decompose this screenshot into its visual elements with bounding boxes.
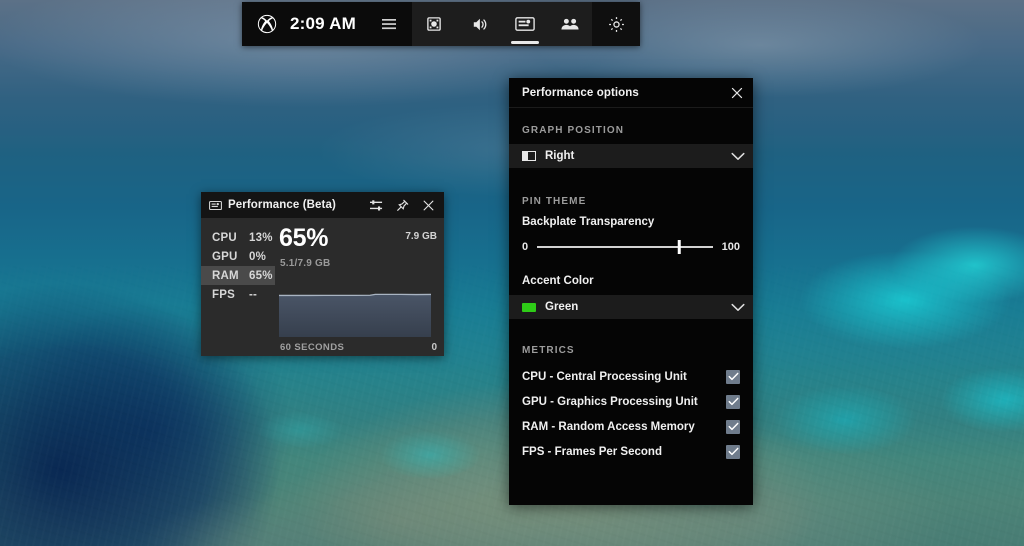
metric-name: FPS: [212, 289, 242, 301]
metric-option-label: RAM - Random Access Memory: [522, 421, 726, 433]
metric-value: --: [249, 289, 257, 301]
accent-color-dropdown[interactable]: Green: [509, 295, 753, 319]
gamebar-performance-button[interactable]: [502, 2, 547, 46]
metric-name: GPU: [212, 251, 242, 263]
section-label-graph-position: GRAPH POSITION: [509, 125, 753, 136]
accent-color-value: Green: [545, 301, 722, 313]
options-panel-title: Performance options: [522, 87, 725, 99]
backplate-transparency-slider-row: 0 100: [509, 237, 753, 257]
gamebar-widget-buttons: [412, 2, 592, 46]
close-icon[interactable]: [418, 195, 438, 215]
metric-option-cpu[interactable]: CPU - Central Processing Unit: [509, 364, 753, 389]
graph-position-dropdown[interactable]: Right: [509, 144, 753, 168]
metric-value: 65%: [249, 270, 273, 282]
section-label-pin-theme: PIN THEME: [509, 196, 753, 207]
metric-option-fps[interactable]: FPS - Frames Per Second: [509, 439, 753, 464]
slider-track-line: [537, 246, 713, 248]
metric-name: CPU: [212, 232, 242, 244]
backplate-transparency-slider[interactable]: [537, 240, 713, 254]
backplate-transparency-label: Backplate Transparency: [509, 216, 753, 228]
gamebar-clock: 2:09 AM: [290, 14, 356, 34]
performance-widget-body: CPU 13% GPU 0% RAM 65% FPS -- 65% 7.: [201, 218, 444, 356]
screen: 2:09 AM: [0, 0, 1024, 546]
checkbox-ram[interactable]: [726, 420, 740, 434]
performance-widget-title: Performance (Beta): [228, 199, 360, 211]
metric-row-gpu[interactable]: GPU 0%: [201, 247, 275, 266]
metric-option-label: FPS - Frames Per Second: [522, 446, 726, 458]
metric-row-ram[interactable]: RAM 65%: [201, 266, 275, 285]
metric-row-cpu[interactable]: CPU 13%: [201, 228, 275, 247]
checkbox-cpu[interactable]: [726, 370, 740, 384]
accent-color-label: Accent Color: [509, 275, 753, 287]
sliders-icon[interactable]: [366, 195, 386, 215]
graph-position-right-icon: [522, 151, 536, 161]
max-value-readout: 7.9 GB: [405, 231, 437, 242]
metric-option-label: CPU - Central Processing Unit: [522, 371, 726, 383]
chevron-down-icon: [731, 152, 745, 161]
pin-icon[interactable]: [392, 195, 412, 215]
chart-svg: [279, 272, 431, 337]
checkbox-gpu[interactable]: [726, 395, 740, 409]
chart-yaxis-min-label: 0: [431, 342, 437, 353]
metric-option-gpu[interactable]: GPU - Graphics Processing Unit: [509, 389, 753, 414]
performance-graph-column: 65% 7.9 GB 5.1/7.9 GB: [275, 224, 444, 356]
close-icon[interactable]: [725, 81, 749, 105]
performance-widget-titlebar: Performance (Beta): [201, 192, 444, 218]
performance-widget: Performance (Beta): [201, 192, 444, 356]
accent-color-swatch: [522, 303, 536, 312]
performance-options-panel: Performance options GRAPH POSITION Right…: [509, 78, 753, 505]
performance-metrics-list: CPU 13% GPU 0% RAM 65% FPS --: [201, 224, 275, 356]
slider-max-label: 100: [722, 241, 740, 253]
metric-row-fps[interactable]: FPS --: [201, 285, 275, 304]
gamebar-capture-button[interactable]: [412, 2, 457, 46]
gamebar-left-group: 2:09 AM: [242, 2, 412, 46]
gamebar-settings-button[interactable]: [592, 2, 640, 46]
metric-option-ram[interactable]: RAM - Random Access Memory: [509, 414, 753, 439]
checkbox-fps[interactable]: [726, 445, 740, 459]
chart-xaxis-label: 60 SECONDS: [280, 342, 344, 353]
metric-option-label: GPU - Graphics Processing Unit: [522, 396, 726, 408]
graph-position-value: Right: [545, 150, 722, 162]
chevron-down-icon: [731, 303, 745, 312]
metric-value: 0%: [249, 251, 266, 263]
slider-thumb[interactable]: [678, 240, 681, 254]
ram-usage-area-chart: [279, 272, 431, 337]
options-panel-header: Performance options: [509, 78, 753, 108]
slider-min-label: 0: [522, 241, 528, 253]
used-of-total-readout: 5.1/7.9 GB: [280, 258, 330, 269]
metric-value: 13%: [249, 232, 273, 244]
xbox-game-bar-toolbar: 2:09 AM: [242, 2, 640, 46]
gamebar-social-button[interactable]: [547, 2, 592, 46]
performance-monitor-icon: [209, 200, 222, 211]
xbox-logo-icon[interactable]: [256, 13, 278, 35]
section-label-metrics: METRICS: [509, 345, 753, 356]
current-value-readout: 65%: [279, 224, 328, 253]
hamburger-menu-icon[interactable]: [372, 2, 406, 46]
gamebar-audio-button[interactable]: [457, 2, 502, 46]
metric-name: RAM: [212, 270, 242, 282]
